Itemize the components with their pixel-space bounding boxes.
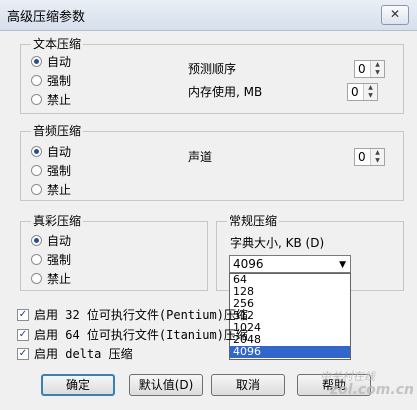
checkbox-label: 启用 32 位可执行文件(Pentium)压缩: [34, 308, 248, 322]
memory-usage-label: 内存使用, MB: [188, 85, 263, 99]
spin-down-icon[interactable]: ▼: [371, 157, 384, 165]
general-compression-title: 常规压缩: [227, 213, 280, 229]
checkbox-checked-icon: ✓: [17, 309, 29, 321]
radio-label: 强制: [47, 74, 72, 88]
radio-unchecked-icon: [31, 184, 42, 195]
radio-label: 自动: [47, 234, 72, 248]
radio-checked-icon: [31, 235, 42, 246]
radio-unchecked-icon: [31, 273, 42, 284]
radio-unchecked-icon: [31, 94, 42, 105]
radio-label: 自动: [47, 145, 72, 159]
ok-button[interactable]: 确定: [41, 374, 115, 396]
radio-unchecked-icon: [31, 75, 42, 86]
chevron-down-icon[interactable]: ▼: [339, 258, 346, 272]
predict-order-label: 预测顺序: [188, 62, 237, 76]
radio-unchecked-icon: [31, 254, 42, 265]
radio-label: 自动: [47, 55, 72, 69]
default-values-button[interactable]: 默认值(D): [129, 374, 203, 396]
spin-up-icon[interactable]: ▲: [364, 84, 377, 92]
audio-compression-group: 音频压缩 自动 强制 禁止 声道 0 ▲ ▼: [20, 123, 404, 201]
predict-order-value: 0: [358, 62, 366, 76]
radio-label: 禁止: [47, 272, 72, 286]
window-title: 高级压缩参数: [7, 10, 86, 25]
audio-compression-title: 音频压缩: [31, 123, 84, 139]
radio-label: 强制: [47, 253, 72, 267]
text-compression-group: 文本压缩 自动 强制 禁止 预测顺序 0 ▲ ▼ 内存使用, MB 0 ▲ ▼: [20, 36, 404, 114]
close-button[interactable]: ✕: [381, 5, 409, 25]
spinner-buttons[interactable]: ▲ ▼: [363, 84, 377, 100]
close-icon: ✕: [389, 7, 401, 21]
memory-usage-value: 0: [351, 85, 359, 99]
truecolor-compression-title: 真彩压缩: [31, 213, 84, 229]
checkbox-checked-icon: ✓: [17, 348, 29, 360]
spinner-buttons[interactable]: ▲ ▼: [370, 61, 384, 77]
truecolor-compression-group: 真彩压缩 自动 强制 禁止: [20, 213, 208, 291]
channels-spinner[interactable]: 0 ▲ ▼: [354, 148, 385, 166]
radio-unchecked-icon: [31, 165, 42, 176]
memory-usage-spinner[interactable]: 0 ▲ ▼: [347, 83, 378, 101]
dict-size-value: 4096: [233, 257, 264, 271]
checkbox-checked-icon: ✓: [17, 329, 29, 341]
dict-size-select[interactable]: 4096 ▼: [229, 255, 351, 273]
spin-down-icon[interactable]: ▼: [364, 92, 377, 100]
radio-label: 强制: [47, 164, 72, 178]
checkbox-label: 启用 64 位可执行文件(Itanium)压缩: [34, 328, 248, 342]
radio-checked-icon: [31, 146, 42, 157]
dropdown-option-selected[interactable]: 4096: [230, 346, 350, 358]
checkbox-label: 启用 delta 压缩: [34, 347, 133, 361]
channels-value: 0: [358, 150, 366, 164]
radio-checked-icon: [31, 56, 42, 67]
spin-down-icon[interactable]: ▼: [371, 69, 384, 77]
channels-label: 声道: [188, 150, 213, 164]
spin-up-icon[interactable]: ▲: [371, 149, 384, 157]
spin-up-icon[interactable]: ▲: [371, 61, 384, 69]
predict-order-spinner[interactable]: 0 ▲ ▼: [354, 60, 385, 78]
cancel-button[interactable]: 取消: [211, 374, 285, 396]
radio-label: 禁止: [47, 183, 72, 197]
spinner-buttons[interactable]: ▲ ▼: [370, 149, 384, 165]
watermark-logo: 中关村在线 zol.com.cn: [300, 362, 414, 402]
watermark-domain: zol.com.cn: [330, 382, 414, 398]
dict-size-label: 字典大小, KB (D): [230, 236, 325, 250]
title-bar: 高级压缩参数 ✕: [0, 0, 417, 31]
text-compression-title: 文本压缩: [31, 36, 84, 52]
radio-label: 禁止: [47, 93, 72, 107]
